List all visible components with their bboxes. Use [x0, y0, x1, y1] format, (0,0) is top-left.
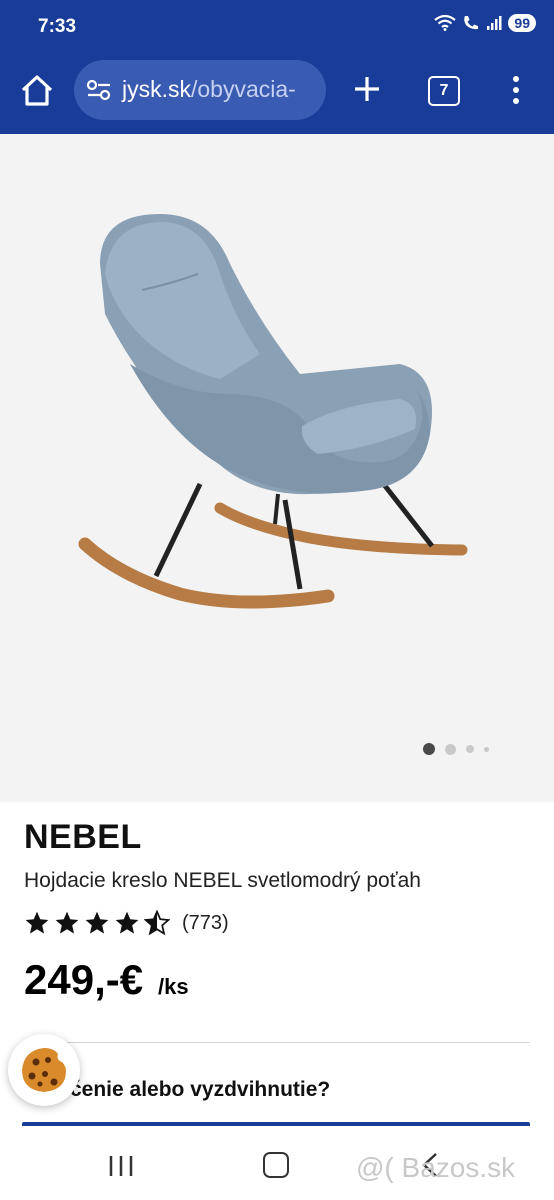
system-home-button[interactable]: [263, 1152, 289, 1178]
status-icons: 99: [434, 14, 536, 32]
product-description: Hojdacie kreslo NEBEL svetlomodrý poťah: [24, 869, 421, 892]
system-navigation-bar: @( Bazos.sk: [0, 1128, 554, 1200]
browser-top-bar: 7:33 99 jysk.sk/obyvacia- 7: [0, 0, 554, 134]
price-unit: /ks: [158, 974, 189, 999]
signal-icon: [487, 16, 502, 30]
more-menu-icon[interactable]: [506, 74, 526, 106]
url-bar[interactable]: jysk.sk/obyvacia-: [74, 60, 326, 120]
call-icon: [464, 16, 479, 30]
gallery-dot[interactable]: [445, 743, 456, 755]
half-star-icon: [144, 910, 170, 936]
star-icon: [115, 911, 139, 934]
product-image: [78, 214, 468, 609]
sticky-bar-edge: [22, 1122, 530, 1126]
recent-apps-icon[interactable]: [108, 1154, 134, 1178]
battery-badge: 99: [508, 14, 536, 32]
url-text: jysk.sk/obyvacia-: [122, 76, 296, 103]
site-settings-icon[interactable]: [86, 79, 112, 101]
url-path: /obyvacia-: [191, 76, 296, 102]
cookie-settings-button[interactable]: [8, 1034, 80, 1106]
star-icon: [85, 911, 109, 934]
product-image-gallery[interactable]: [0, 134, 554, 802]
gallery-dot[interactable]: [466, 745, 474, 753]
star-icon: [55, 911, 79, 934]
gallery-pagination: [423, 743, 489, 755]
wifi-icon: [434, 15, 457, 31]
new-tab-icon[interactable]: [350, 72, 384, 106]
url-domain: jysk.sk: [122, 76, 191, 102]
product-price: 249,-€: [24, 956, 144, 1003]
home-icon[interactable]: [18, 72, 56, 110]
status-time: 7:33: [38, 16, 77, 37]
delivery-question[interactable]: čenie alebo vyzdvihnutie?: [70, 1078, 330, 1102]
cookie-icon: [22, 1048, 66, 1092]
tab-switcher-button[interactable]: 7: [428, 76, 460, 106]
product-name: NEBEL: [24, 818, 142, 856]
section-divider: [52, 1042, 530, 1043]
watermark: @( Bazos.sk: [356, 1152, 516, 1183]
star-icon: [25, 911, 49, 934]
rating-count[interactable]: (773): [182, 912, 229, 935]
gallery-dot[interactable]: [484, 746, 489, 752]
rating-row[interactable]: (773): [24, 910, 229, 936]
gallery-dot-active[interactable]: [423, 743, 435, 755]
